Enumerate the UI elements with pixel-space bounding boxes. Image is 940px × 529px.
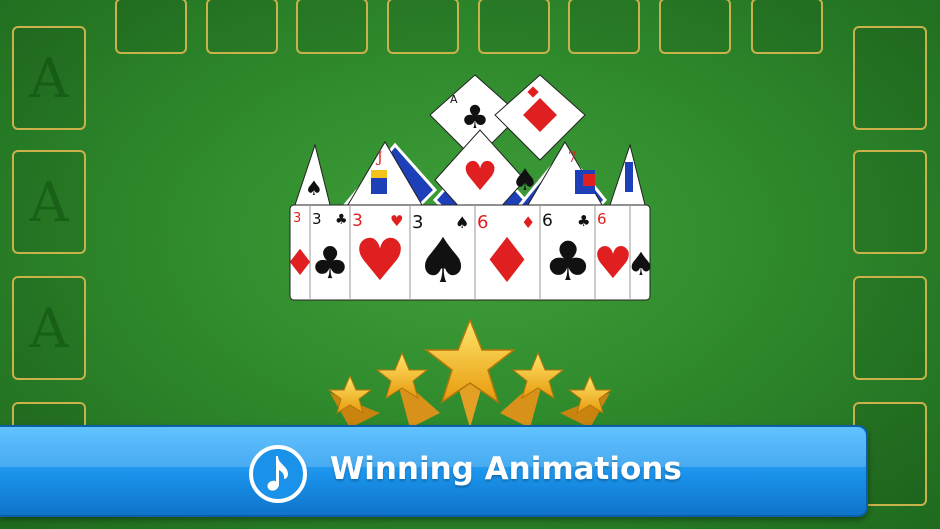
foundation-pile-3[interactable]: A (12, 276, 86, 380)
card-crown-illustration: A ♣ J ♥ ♠ 7 ♠ 3 3 3 3 6 6 6 ♣ ♥ ♠ ♦ ♣ ♦ … (285, 74, 655, 301)
svg-text:A: A (450, 93, 458, 106)
crown-card-band: 3 3 3 3 6 6 6 ♣ ♥ ♠ ♦ ♣ ♦ ♣ ♥ ♠ ♦ ♣ ♥ ♠ (285, 204, 655, 301)
tableau-slot-3[interactable] (296, 0, 368, 54)
svg-text:♣: ♣ (310, 238, 349, 289)
tableau-slot-6[interactable] (568, 0, 640, 54)
tableau-slot-8[interactable] (751, 0, 823, 54)
tableau-slot-4[interactable] (387, 0, 459, 54)
svg-text:♣: ♣ (461, 98, 490, 136)
foundation-ace-label: A (29, 170, 69, 234)
svg-text:♠: ♠ (627, 245, 655, 283)
svg-text:♠: ♠ (305, 176, 323, 200)
crown-top-card-diamonds (494, 74, 586, 161)
foundation-pile-1[interactable]: A (12, 26, 86, 130)
svg-text:6: 6 (542, 211, 553, 231)
free-cell-1[interactable] (853, 26, 927, 130)
svg-text:♠: ♠ (415, 224, 471, 297)
feature-banner: Winning Animations (0, 425, 868, 517)
svg-text:J: J (375, 150, 383, 166)
tableau-slot-2[interactable] (206, 0, 278, 54)
svg-text:♠: ♠ (512, 163, 539, 198)
svg-text:♥: ♥ (354, 226, 406, 294)
tableau-slot-5[interactable] (478, 0, 550, 54)
stars-burst-icon (327, 318, 613, 428)
foundation-ace-label: A (29, 46, 69, 110)
foundation-ace-label: A (29, 296, 69, 360)
music-note-icon (249, 445, 307, 503)
svg-text:7: 7 (568, 150, 577, 166)
banner-title: Winning Animations (330, 451, 682, 487)
svg-text:♣: ♣ (577, 212, 590, 230)
foundation-pile-2[interactable]: A (12, 150, 86, 254)
tableau-slot-7[interactable] (659, 0, 731, 54)
svg-text:3: 3 (293, 211, 301, 226)
free-cell-3[interactable] (853, 276, 927, 380)
svg-text:3: 3 (312, 210, 322, 228)
svg-text:♦: ♦ (479, 224, 535, 297)
tableau-slot-1[interactable] (115, 0, 187, 54)
free-cell-2[interactable] (853, 150, 927, 254)
svg-text:♥: ♥ (462, 154, 498, 200)
svg-text:6: 6 (597, 210, 607, 228)
svg-text:♣: ♣ (544, 230, 592, 293)
svg-text:♣: ♣ (335, 212, 348, 228)
